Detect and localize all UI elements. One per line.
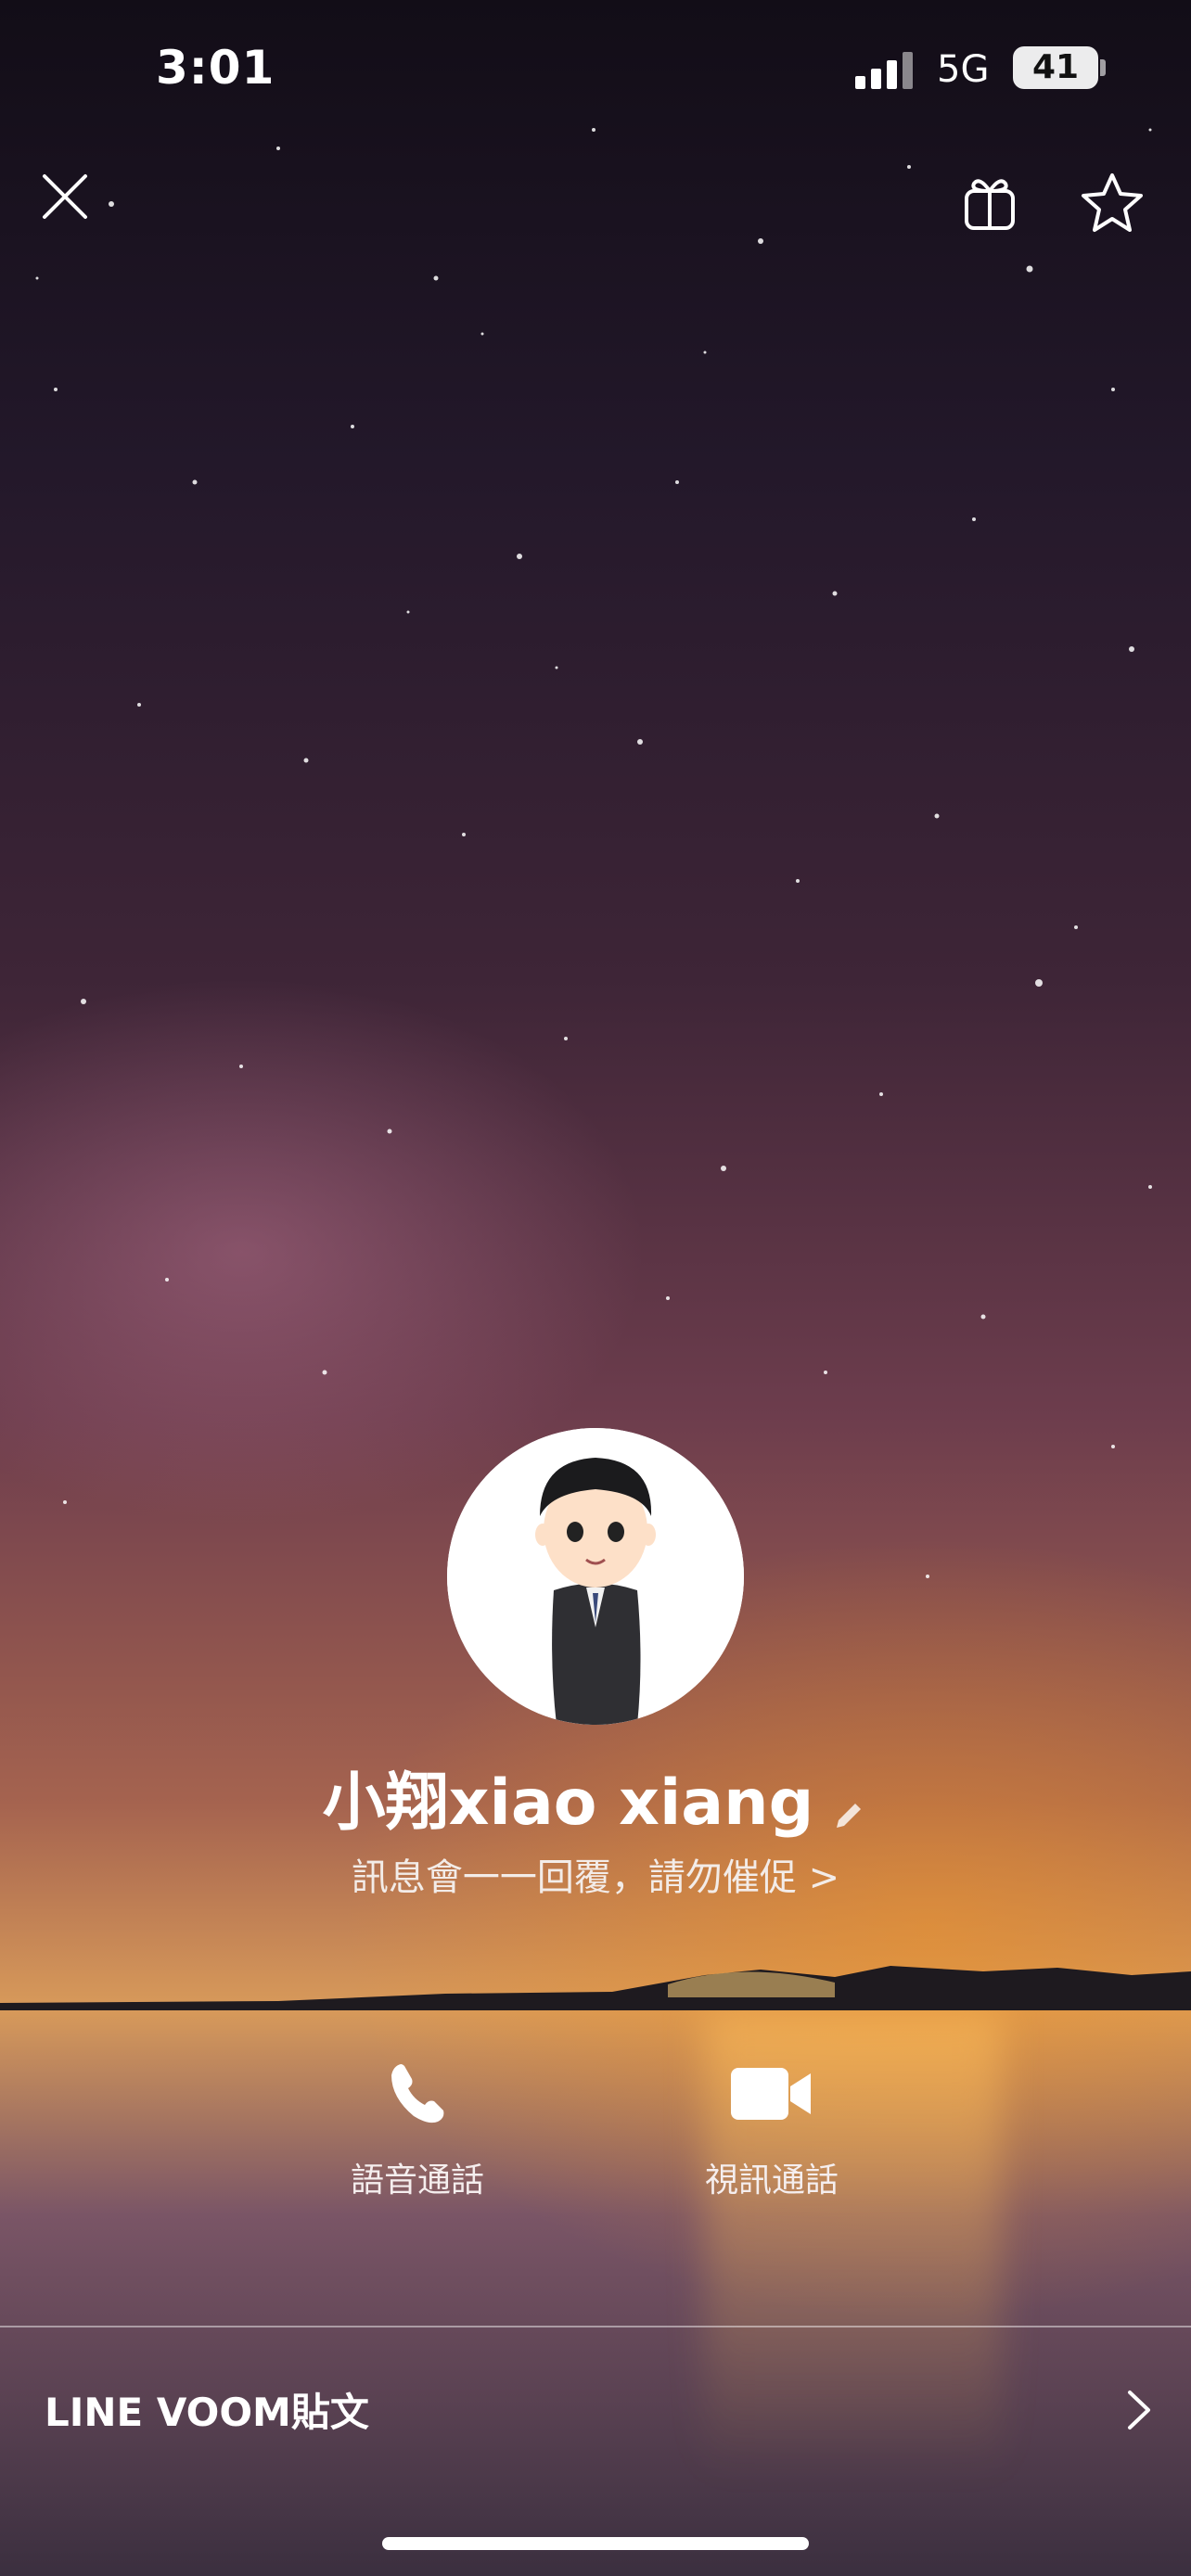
home-indicator[interactable] xyxy=(382,2537,809,2550)
status-message[interactable]: 訊息會一一回覆，請勿催促 > xyxy=(0,1847,1191,1901)
cellular-signal-icon xyxy=(855,52,913,89)
divider xyxy=(0,2326,1191,2327)
battery-level: 41 xyxy=(1013,46,1098,89)
profile-avatar[interactable] xyxy=(447,1428,744,1725)
status-time: 3:01 xyxy=(156,41,275,95)
star-icon xyxy=(1082,173,1143,232)
pencil-icon[interactable] xyxy=(829,1796,868,1835)
line-voom-posts-row[interactable]: LINE VOOM貼文 xyxy=(0,2329,1191,2478)
profile-name: 小翔xiao xiang xyxy=(322,1766,814,1840)
network-type: 5G xyxy=(937,48,990,91)
voice-call-label: 語音通話 xyxy=(350,2162,484,2200)
profile-name-row: 小翔xiao xiang xyxy=(0,1751,1191,1843)
gift-icon xyxy=(965,179,1015,230)
line-voom-label: LINE VOOM貼文 xyxy=(45,2390,369,2435)
favorite-button[interactable] xyxy=(1080,171,1145,234)
video-call-button[interactable]: 視訊通話 xyxy=(660,2057,883,2201)
shoreline xyxy=(0,1966,1191,2010)
avatar-cartoon-image xyxy=(447,1428,744,1725)
close-button[interactable] xyxy=(37,169,93,224)
gift-button[interactable] xyxy=(961,172,1018,234)
video-call-label: 視訊通話 xyxy=(704,2162,839,2200)
status-bar: 3:01 5G 41 xyxy=(0,0,1191,139)
battery-tip xyxy=(1100,59,1106,76)
video-camera-icon xyxy=(731,2068,811,2120)
phone-icon xyxy=(391,2064,444,2123)
voice-call-button[interactable]: 語音通話 xyxy=(306,2057,529,2201)
close-icon xyxy=(43,174,87,219)
chevron-right-icon xyxy=(1128,2391,1150,2429)
